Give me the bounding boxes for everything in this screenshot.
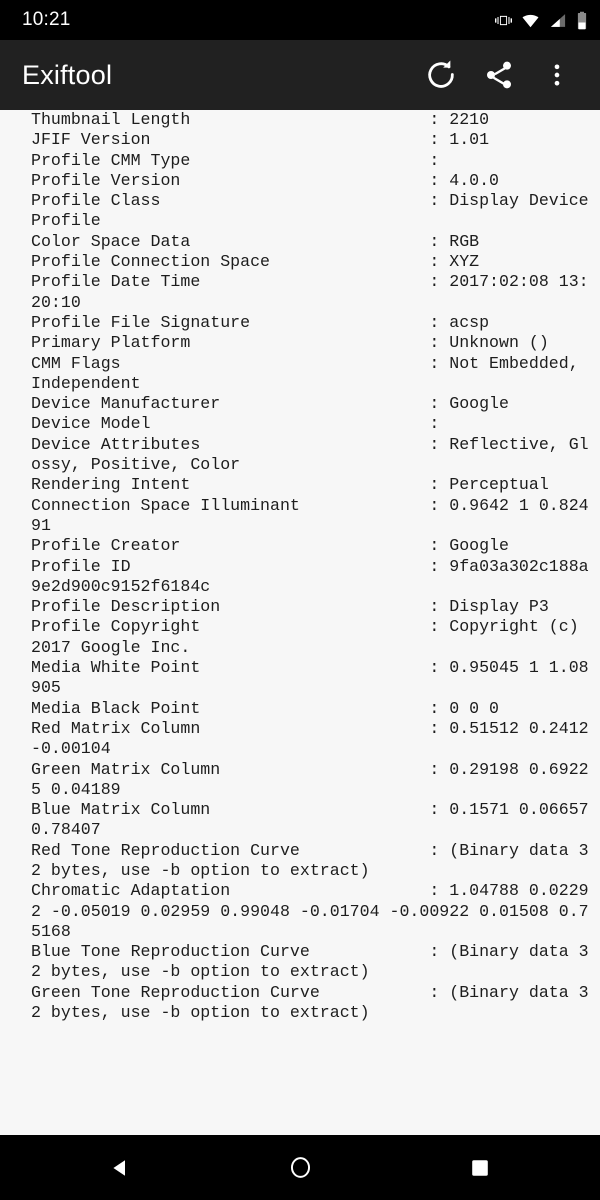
nav-recents-button[interactable]: [454, 1142, 506, 1194]
app-title: Exiftool: [22, 59, 113, 90]
metadata-scroll-area[interactable]: Thumbnail Length : 2210 JFIF Version : 1…: [0, 110, 600, 1135]
refresh-icon: [425, 59, 457, 91]
overflow-menu-button[interactable]: [528, 46, 586, 104]
home-circle-icon: [288, 1155, 313, 1180]
status-bar-clock: 10:21: [22, 9, 71, 30]
recents-square-icon: [469, 1157, 491, 1179]
exiftool-app-screen: 10:21 Exiftool Thumbnail Length: 2210 J…: [0, 0, 600, 1200]
toolbar-actions: [412, 46, 586, 104]
refresh-button[interactable]: [412, 46, 470, 104]
nav-back-button[interactable]: [94, 1142, 146, 1194]
status-bar: 10:21: [0, 0, 600, 40]
status-bar-icons: [495, 11, 588, 30]
battery-icon: [576, 11, 588, 30]
nav-home-button[interactable]: [274, 1142, 326, 1194]
exif-metadata-text: Thumbnail Length : 2210 JFIF Version : 1…: [31, 110, 589, 1023]
cellular-signal-icon: [549, 12, 567, 29]
android-navigation-bar: [0, 1135, 600, 1200]
share-icon: [483, 59, 515, 91]
wifi-icon: [521, 12, 540, 29]
back-triangle-icon: [108, 1156, 132, 1180]
share-button[interactable]: [470, 46, 528, 104]
vibrate-icon: [495, 12, 512, 29]
app-toolbar: Exiftool: [0, 40, 600, 110]
more-vertical-icon: [543, 61, 571, 89]
